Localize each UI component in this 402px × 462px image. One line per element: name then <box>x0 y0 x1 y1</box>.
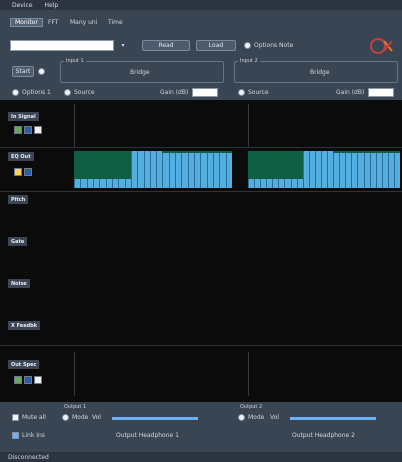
status-bar: Disconnected <box>0 452 402 462</box>
device-combo[interactable] <box>10 40 114 51</box>
output2-volume-slider[interactable] <box>290 417 376 420</box>
menu-device[interactable]: Device <box>12 2 33 9</box>
brand-logo <box>368 37 396 55</box>
tab-monitor[interactable]: Monitor <box>10 18 43 27</box>
channel-icon[interactable] <box>34 376 42 384</box>
output2-mode-radio[interactable] <box>238 414 245 421</box>
input2-mode-radio[interactable] <box>238 89 245 96</box>
trace-label-pitch: Pitch <box>8 195 29 204</box>
output1-title: Output 1 <box>62 404 89 410</box>
trace-label-eq-out: EQ Out <box>8 152 34 161</box>
bars-right <box>248 151 400 188</box>
menu-help[interactable]: Help <box>45 2 59 9</box>
trace-label-x-feedbk: X Feedbk <box>8 321 41 330</box>
input1-mode-radio[interactable] <box>64 89 71 96</box>
start-radio[interactable] <box>38 68 45 75</box>
mute-all-label: Mute all <box>22 414 46 421</box>
options1-radio[interactable] <box>12 89 19 96</box>
output2-title: Output 2 <box>238 404 265 410</box>
start-button[interactable]: Start <box>12 66 34 77</box>
options-label: Options Note <box>254 42 294 49</box>
tab-fft[interactable]: FFT <box>44 18 62 27</box>
tab-time[interactable]: Time <box>104 18 127 27</box>
status-text: Disconnected <box>8 454 49 461</box>
separator <box>0 345 402 346</box>
trace-label-out-spec: Out Spec <box>8 360 40 369</box>
trace-pane-left-in <box>74 104 232 148</box>
separator <box>0 191 402 192</box>
preset2-label: Output Headphone 2 <box>292 432 355 439</box>
channel-icon[interactable] <box>14 168 22 176</box>
trace-pane-left-out <box>74 352 232 396</box>
bars-left <box>74 151 232 188</box>
trace-label-in-signal: In Signal <box>8 112 39 121</box>
input2-gain-field[interactable] <box>368 88 394 97</box>
output2-mode-label: Mode <box>248 414 265 421</box>
link-ins-label: Link Ins <box>22 432 45 439</box>
output2-vol-label: Vol <box>270 414 279 421</box>
output1-mode-label: Mode <box>72 414 89 421</box>
load-button[interactable]: Load <box>196 40 236 51</box>
trace-label-gate: Gate <box>8 237 28 246</box>
trace-pane-right-out <box>248 352 400 396</box>
input2-mode-label: Source <box>248 89 269 96</box>
separator <box>0 147 402 148</box>
input1-gain-field[interactable] <box>192 88 218 97</box>
input2-gain-label: Gain (dB) <box>336 89 365 96</box>
channel-icon[interactable] <box>24 126 32 134</box>
tab-many-uni[interactable]: Many uni <box>66 18 101 27</box>
channel-icon[interactable] <box>14 376 22 384</box>
input2-value: Bridge <box>310 69 330 76</box>
input1-value: Bridge <box>130 69 150 76</box>
chevron-down-icon[interactable]: ▾ <box>118 40 128 51</box>
link-ins-checkbox[interactable] <box>12 432 19 439</box>
options-radio[interactable] <box>244 42 251 49</box>
channel-icon[interactable] <box>14 126 22 134</box>
options1-label: Options 1 <box>22 89 51 96</box>
output1-vol-label: Vol <box>92 414 101 421</box>
trace-pane-right-in <box>248 104 400 148</box>
input1-title: Input 1 <box>64 58 86 64</box>
input1-mode-label: Source <box>74 89 95 96</box>
read-button[interactable]: Read <box>142 40 190 51</box>
eq-bar <box>393 152 400 188</box>
eq-bar <box>225 152 232 188</box>
input2-title: Input 2 <box>238 58 260 64</box>
menu-bar: Device Help <box>0 0 402 10</box>
channel-icon[interactable] <box>24 376 32 384</box>
channel-icon[interactable] <box>34 126 42 134</box>
input1-gain-label: Gain (dB) <box>160 89 189 96</box>
trace-label-noise: Noise <box>8 279 30 288</box>
channel-icon[interactable] <box>24 168 32 176</box>
preset1-label: Output Headphone 1 <box>116 432 179 439</box>
mute-all-checkbox[interactable] <box>12 414 19 421</box>
output1-volume-slider[interactable] <box>112 417 198 420</box>
output1-mode-radio[interactable] <box>62 414 69 421</box>
